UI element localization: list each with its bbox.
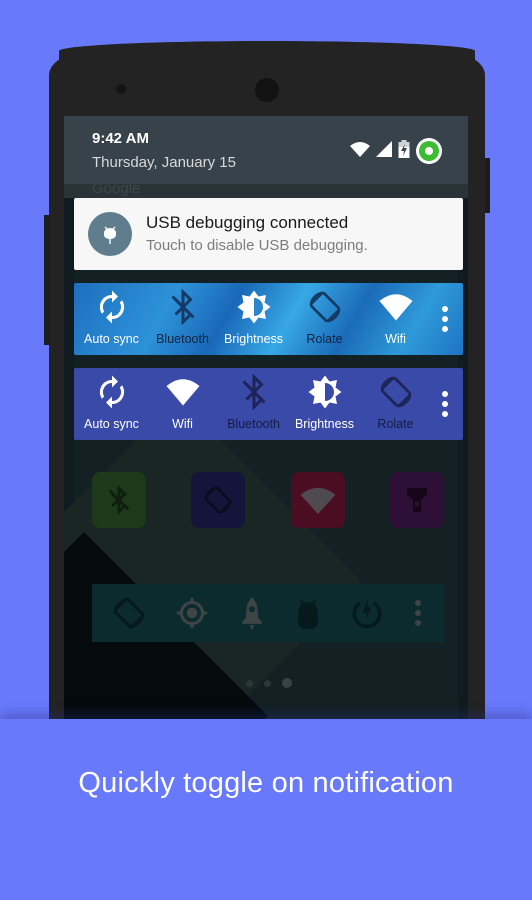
- rotate-icon: [309, 291, 340, 323]
- tile-rotate[interactable]: Rolate: [360, 368, 431, 440]
- caption-text: Quickly toggle on notification: [78, 767, 454, 799]
- rotate-icon: [204, 486, 232, 514]
- tile-brightness[interactable]: Brightness: [218, 283, 289, 355]
- cell-signal-icon: [376, 140, 392, 162]
- widget-flashlight-tile[interactable]: [390, 472, 444, 528]
- volume-button: [44, 215, 50, 345]
- power-button: [485, 158, 490, 213]
- tile-label: Wifi: [172, 417, 193, 431]
- front-camera: [255, 78, 279, 102]
- wifi-icon: [379, 294, 412, 321]
- widget-rotate-tile[interactable]: [191, 472, 245, 528]
- tile-auto-sync[interactable]: Auto sync: [76, 368, 147, 440]
- page-indicator: [246, 678, 292, 688]
- toggle-bar-blue: Auto sync Bluetooth Brightness Rolate Wi…: [74, 283, 463, 355]
- power-icon[interactable]: [350, 596, 384, 630]
- android-icon[interactable]: [293, 596, 323, 630]
- widget-wifi-tile[interactable]: [291, 472, 345, 528]
- wifi-icon: [166, 379, 199, 406]
- brightness-icon: [308, 375, 341, 409]
- tile-label: Bluetooth: [227, 417, 280, 431]
- more-vert-icon[interactable]: [431, 368, 459, 440]
- notification-header: 9:42 AM Thursday, January 15: [64, 116, 468, 184]
- google-logo: Google: [92, 184, 141, 197]
- flashlight-icon: [407, 488, 427, 512]
- date: Thursday, January 15: [92, 154, 236, 171]
- toggle-bar-indigo: Auto sync Wifi Bluetooth Brightness Rola…: [74, 368, 463, 440]
- home-toggle-widget: [92, 584, 444, 642]
- tile-wifi[interactable]: Wifi: [360, 283, 431, 355]
- rotate-icon[interactable]: [111, 595, 147, 631]
- tile-auto-sync[interactable]: Auto sync: [76, 283, 147, 355]
- wifi-icon: [300, 487, 336, 514]
- bluetooth-off-icon: [241, 374, 266, 410]
- battery-charging-icon: [398, 139, 410, 163]
- page-dot-active: [282, 678, 292, 688]
- notification-subtitle: Touch to disable USB debugging.: [146, 237, 368, 254]
- tile-label: Auto sync: [84, 332, 139, 346]
- android-debug-icon: [88, 212, 132, 256]
- brightness-icon: [237, 290, 270, 324]
- tile-bluetooth[interactable]: Bluetooth: [218, 368, 289, 440]
- tile-label: Auto sync: [84, 417, 139, 431]
- tile-label: Wifi: [385, 332, 406, 346]
- tile-label: Rolate: [377, 417, 414, 431]
- sync-icon: [99, 290, 124, 324]
- bluetooth-off-icon: [108, 484, 130, 516]
- tile-wifi[interactable]: Wifi: [147, 368, 218, 440]
- widget-bluetooth-tile[interactable]: [92, 472, 146, 528]
- bluetooth-off-icon: [170, 289, 195, 325]
- tile-label: Rolate: [306, 332, 343, 346]
- tile-label: Brightness: [294, 417, 355, 431]
- tile-label: Bluetooth: [156, 332, 209, 346]
- location-icon[interactable]: [174, 595, 210, 631]
- google-search-bar: Google: [64, 184, 468, 198]
- sync-icon: [99, 375, 124, 409]
- more-vert-icon[interactable]: [411, 600, 425, 626]
- wifi-icon: [350, 141, 370, 162]
- phone-sensor: [116, 84, 126, 94]
- more-vert-icon[interactable]: [431, 283, 459, 355]
- system-icons: [350, 138, 442, 164]
- tile-bluetooth[interactable]: Bluetooth: [147, 283, 218, 355]
- tile-label: Brightness: [223, 332, 284, 346]
- user-avatar-icon[interactable]: [416, 138, 442, 164]
- page-dot: [264, 679, 271, 687]
- usb-debugging-notification[interactable]: USB debugging connected Touch to disable…: [74, 198, 463, 270]
- page-dot: [246, 679, 253, 687]
- caption-panel: Quickly toggle on notification: [0, 719, 532, 900]
- tile-rotate[interactable]: Rolate: [289, 283, 360, 355]
- rotate-icon: [380, 376, 411, 408]
- notification-title: USB debugging connected: [146, 213, 349, 232]
- clock: 9:42 AM: [92, 130, 149, 147]
- tile-brightness[interactable]: Brightness: [289, 368, 360, 440]
- rocket-icon[interactable]: [237, 596, 267, 630]
